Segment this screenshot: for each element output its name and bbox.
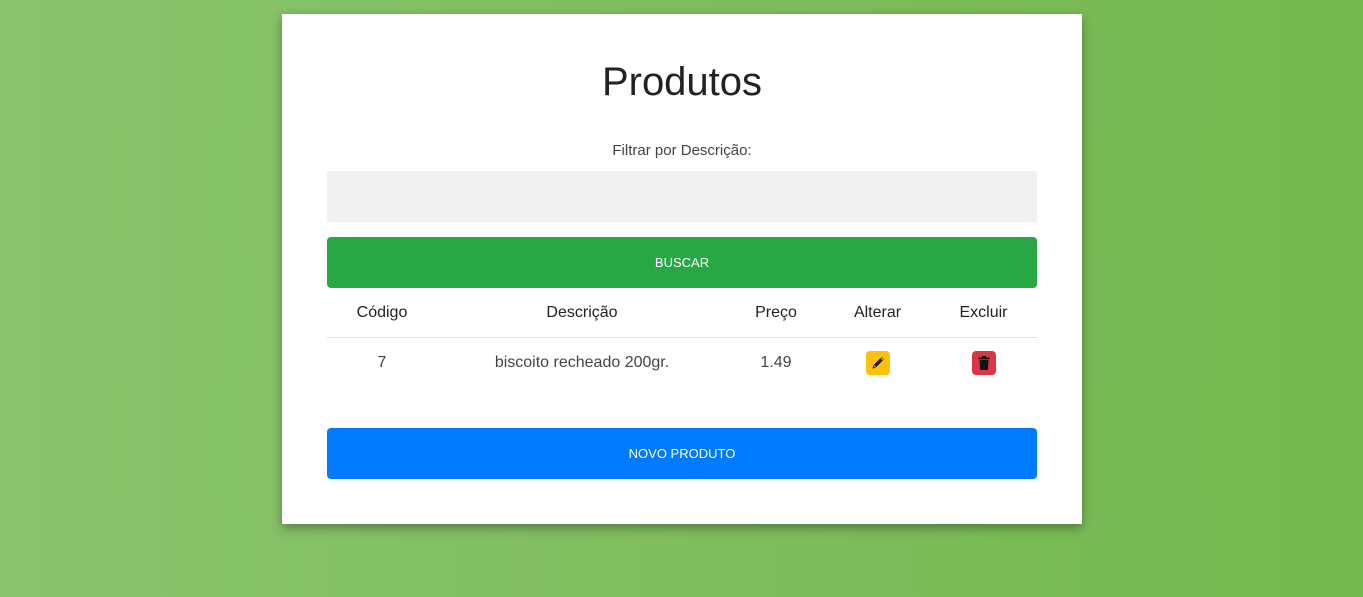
filter-label: Filtrar por Descrição: <box>612 142 752 159</box>
delete-button[interactable] <box>971 351 996 375</box>
filter-input[interactable] <box>327 171 1037 222</box>
header-alterar: Alterar <box>825 288 930 338</box>
products-card: Produtos Filtrar por Descrição: BUSCAR C… <box>282 14 1082 524</box>
products-table: Código Descrição Preço Alterar Excluir 7… <box>327 288 1037 388</box>
header-excluir: Excluir <box>930 288 1037 338</box>
cell-codigo: 7 <box>377 354 387 371</box>
cell-preco: 1.49 <box>760 354 792 371</box>
new-product-button[interactable]: NOVO PRODUTO <box>327 428 1037 479</box>
table-header-row: Código Descrição Preço Alterar Excluir <box>327 288 1037 338</box>
pencil-icon <box>871 357 884 369</box>
cell-excluir <box>930 338 1037 389</box>
trash-icon <box>978 356 989 370</box>
search-button[interactable]: BUSCAR <box>327 237 1037 288</box>
page-title: Produtos <box>601 60 763 104</box>
cell-descricao: biscoito recheado 200gr. <box>494 354 670 371</box>
cell-alterar <box>825 338 930 389</box>
edit-button[interactable] <box>865 351 890 375</box>
header-descricao: Descrição <box>437 288 727 338</box>
header-preco: Preço <box>727 288 825 338</box>
header-codigo: Código <box>327 288 437 338</box>
table-row: 7 biscoito recheado 200gr. 1.49 <box>327 338 1037 389</box>
